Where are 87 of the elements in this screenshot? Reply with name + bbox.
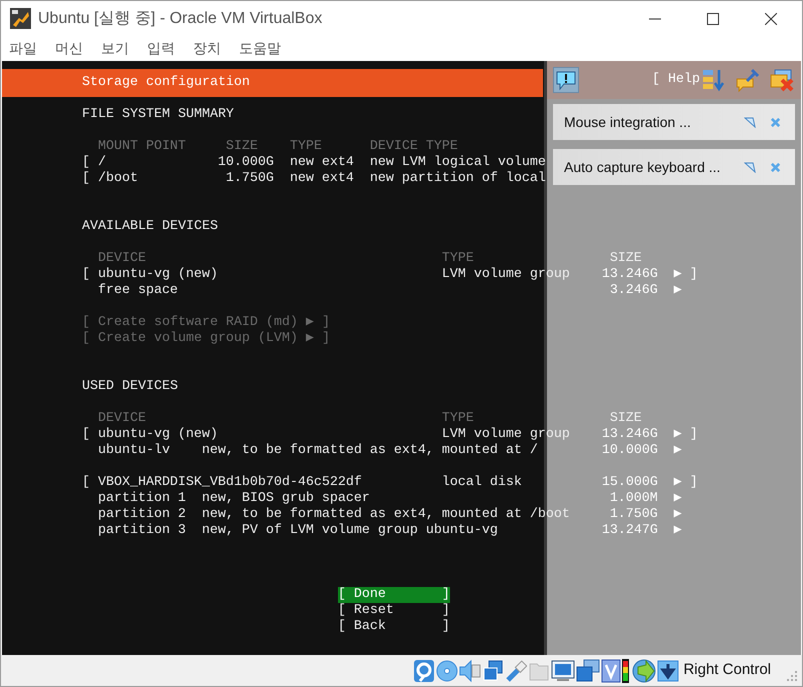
help-text: [ Help <box>652 71 700 89</box>
column-header: SIZE <box>608 251 642 267</box>
table-cell-text: 1.750G <box>224 171 274 187</box>
table-cell-text: 3.246G <box>608 283 658 299</box>
table-cell-text: /boot <box>98 171 139 187</box>
table-cell-text: new, BIOS grub spacer <box>202 491 371 507</box>
notification-text: Mouse integration ... <box>564 112 692 132</box>
maximize-icon[interactable] <box>707 12 719 24</box>
sort-icon[interactable] <box>701 67 727 93</box>
bracket-text: [ <box>82 171 91 187</box>
table-cell: 10.000G <box>602 443 658 459</box>
column-header: TYPE <box>442 411 474 427</box>
bracket-text: ] <box>690 475 698 491</box>
usb-icon[interactable] <box>505 658 528 682</box>
table-cell-text: / <box>98 155 107 171</box>
column-header: DEVICE <box>98 411 147 427</box>
table-cell: 13.246G <box>602 267 658 283</box>
action-button[interactable]: [ Done ] <box>338 587 450 603</box>
bracket-text: [ <box>82 267 91 283</box>
table-cell-text: local disk <box>442 475 523 491</box>
table-cell: 10.000G <box>218 155 274 171</box>
display-icon[interactable] <box>551 658 576 682</box>
table-cell-text: partition 1 <box>98 491 187 507</box>
table-cell: new LVM logical volume <box>370 155 546 171</box>
arrow-icon: ▶ <box>674 443 690 459</box>
table-cell: new partition of local <box>370 171 546 187</box>
section-heading: AVAILABLE DEVICES <box>82 219 218 235</box>
column-header: TYPE <box>442 251 474 267</box>
table-cell: 15.000G <box>602 475 658 491</box>
device-name: ubuntu-vg (new) <box>98 427 219 443</box>
column-header: MOUNT POINT <box>98 139 187 155</box>
column-header: DEVICE TYPE <box>370 139 458 155</box>
table-cell-text: new, to be formatted as ext4, mounted at / <box>202 443 539 459</box>
bracket-text: ] <box>690 427 698 443</box>
windows-icon[interactable] <box>576 658 600 682</box>
app-icon <box>10 8 31 29</box>
table-cell-text: 1.000M <box>608 491 658 507</box>
device-name: VBOX_HARDDISK_VBd1b0b70d-46c522df <box>98 475 363 491</box>
menu-item[interactable]: 머신 <box>55 38 83 59</box>
arrow-icon: ▶ <box>674 507 690 523</box>
optical-disc-icon[interactable] <box>436 658 458 682</box>
resize-grip-icon[interactable] <box>786 670 798 682</box>
action-button[interactable]: [ Reset ] <box>338 603 450 619</box>
speaker-icon[interactable] <box>459 658 482 682</box>
bracket-text: [ <box>82 155 91 171</box>
menu-item[interactable]: 보기 <box>101 38 129 59</box>
arrow-icon: ▶ <box>674 283 690 299</box>
arrow-icon: ▶ <box>674 475 690 491</box>
table-cell-text: new ext4 <box>290 155 355 171</box>
section-heading: FILE SYSTEM SUMMARY <box>82 107 234 123</box>
network-icon[interactable] <box>482 658 504 682</box>
arrow-icon: ▶ <box>674 427 690 443</box>
screen-title: Storage configuration <box>82 75 250 91</box>
table-cell: 13.246G <box>602 427 658 443</box>
menu-item[interactable]: 도움말 <box>239 38 281 59</box>
speech-bubble-icon[interactable] <box>553 67 579 93</box>
bracket-text: ] <box>690 267 698 283</box>
action-button[interactable]: [ Back ] <box>338 619 450 635</box>
column-header: DEVICE <box>98 251 147 267</box>
column-header: SIZE <box>608 411 642 427</box>
bracket-text: [ <box>82 475 91 491</box>
level-meter-icon[interactable] <box>622 658 630 682</box>
table-cell-text: new ext4 <box>290 171 355 187</box>
arrow-icon: ▶ <box>674 523 690 539</box>
table-cell-text: partition 3 <box>98 523 187 539</box>
host-key-label: Right Control <box>683 660 771 680</box>
close-all-icon[interactable] <box>769 67 795 93</box>
menu-item[interactable]: 장치 <box>193 38 221 59</box>
column-header: TYPE <box>290 139 323 155</box>
table-cell-text: ubuntu-lv <box>98 443 171 459</box>
arrow-icon: ▶ <box>674 267 690 283</box>
table-cell-text: new, PV of LVM volume group ubuntu-vg <box>202 523 499 539</box>
table-cell-text: partition 2 <box>98 507 187 523</box>
device-name: ubuntu-vg (new) <box>98 267 219 283</box>
table-cell-text: 1.750G <box>608 507 658 523</box>
column-header: SIZE <box>224 139 259 155</box>
arrow-icon: ▶ <box>674 491 690 507</box>
table-cell-text: free space <box>98 283 179 299</box>
bracket-text: [ <box>82 427 91 443</box>
menu-item[interactable]: 파일 <box>9 38 37 59</box>
section-heading: USED DEVICES <box>82 379 178 395</box>
window-title: Ubuntu [실행 중] - Oracle VM VirtualBox <box>38 8 322 28</box>
notification-text: Auto capture keyboard ... <box>564 158 722 177</box>
menu-item[interactable]: 입력 <box>147 38 175 59</box>
chip-icon[interactable] <box>601 658 622 682</box>
close-icon[interactable] <box>765 12 777 24</box>
table-cell: 13.247G <box>602 523 658 539</box>
